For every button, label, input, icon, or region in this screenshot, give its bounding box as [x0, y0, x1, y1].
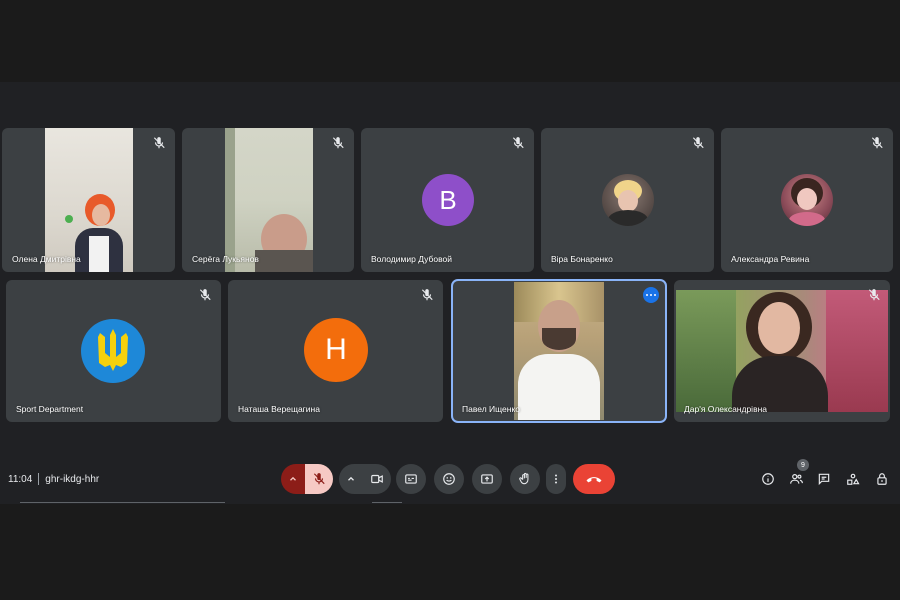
mic-off-icon [332, 137, 344, 149]
more-options-button[interactable] [546, 464, 566, 494]
participant-video [676, 290, 888, 412]
mic-options-button[interactable] [281, 464, 305, 494]
captions-icon [405, 474, 417, 484]
avatar [781, 174, 833, 226]
avatar [602, 174, 654, 226]
raise-hand-icon [519, 472, 529, 485]
participant-video [45, 128, 133, 272]
trident-icon [98, 329, 128, 371]
participant-count-badge: 9 [797, 459, 809, 471]
present-button[interactable] [472, 464, 502, 494]
mic-off-icon [153, 137, 165, 149]
participant-name: Sport Department [16, 404, 84, 414]
host-controls-button[interactable] [874, 471, 890, 487]
meeting-info: 11:04 ghr-ikdg-hhr [8, 473, 99, 485]
meeting-code: ghr-ikdg-hhr [45, 473, 100, 485]
camera-options-button[interactable] [339, 464, 363, 494]
present-icon [481, 474, 493, 484]
participant-name: Володимир Дубовой [371, 254, 452, 264]
chevron-up-icon [348, 476, 354, 481]
people-button[interactable] [788, 471, 804, 487]
camera-icon [371, 474, 383, 484]
participant-name: Наташа Верещагина [238, 404, 320, 414]
people-icon [789, 474, 803, 484]
camera-control-group [339, 464, 391, 494]
participant-tile[interactable]: Олена Дмитрівна [2, 128, 175, 272]
mic-control-group [281, 464, 333, 494]
activities-button[interactable] [845, 471, 861, 487]
divider [20, 502, 225, 503]
participant-tile[interactable]: Sport Department [6, 280, 221, 422]
participant-name: Серёга Лукьянов [192, 254, 259, 264]
chat-button[interactable] [816, 471, 832, 487]
participant-tile[interactable]: Віра Бонаренко [541, 128, 714, 272]
mic-off-icon [692, 137, 704, 149]
participant-tile[interactable]: Дар'я Олександрівна [674, 280, 890, 422]
participant-name: Павел Ищенко [462, 404, 520, 414]
avatar [81, 319, 145, 383]
emoji-button[interactable] [434, 464, 464, 494]
divider [372, 502, 402, 503]
mic-off-icon [512, 137, 524, 149]
participant-video [514, 282, 604, 420]
host-controls-icon [877, 473, 887, 485]
end-call-icon [586, 477, 602, 483]
chevron-up-icon [290, 476, 296, 481]
more-options-icon[interactable] [643, 287, 659, 303]
mic-off-icon [871, 137, 883, 149]
mic-off-icon [199, 289, 211, 301]
divider [38, 473, 40, 485]
participant-video [225, 128, 313, 272]
participant-tile[interactable]: Александра Ревина [721, 128, 893, 272]
raise-hand-button[interactable] [510, 464, 540, 494]
mic-off-icon [421, 289, 433, 301]
info-icon [762, 473, 774, 485]
participant-name: Дар'я Олександрівна [684, 404, 767, 414]
chat-icon [818, 473, 830, 486]
participant-tile[interactable]: B Володимир Дубовой [361, 128, 534, 272]
participant-name: Олена Дмитрівна [12, 254, 81, 264]
avatar: B [422, 174, 474, 226]
participant-name: Віра Бонаренко [551, 254, 613, 264]
participant-tile[interactable]: Серёга Лукьянов [182, 128, 354, 272]
participant-tile[interactable]: H Наташа Верещагина [228, 280, 443, 422]
end-call-button[interactable] [573, 464, 615, 494]
participant-name: Александра Ревина [731, 254, 810, 264]
more-vert-icon [555, 474, 557, 484]
emoji-icon [443, 473, 455, 485]
participant-tile-active[interactable]: Павел Ищенко [451, 279, 667, 423]
avatar: H [304, 318, 368, 382]
meeting-details-button[interactable] [760, 471, 776, 487]
activities-icon [847, 473, 860, 485]
captions-button[interactable] [396, 464, 426, 494]
mic-off-icon [313, 473, 325, 485]
meeting-time: 11:04 [8, 473, 33, 485]
mic-off-icon [868, 289, 880, 301]
